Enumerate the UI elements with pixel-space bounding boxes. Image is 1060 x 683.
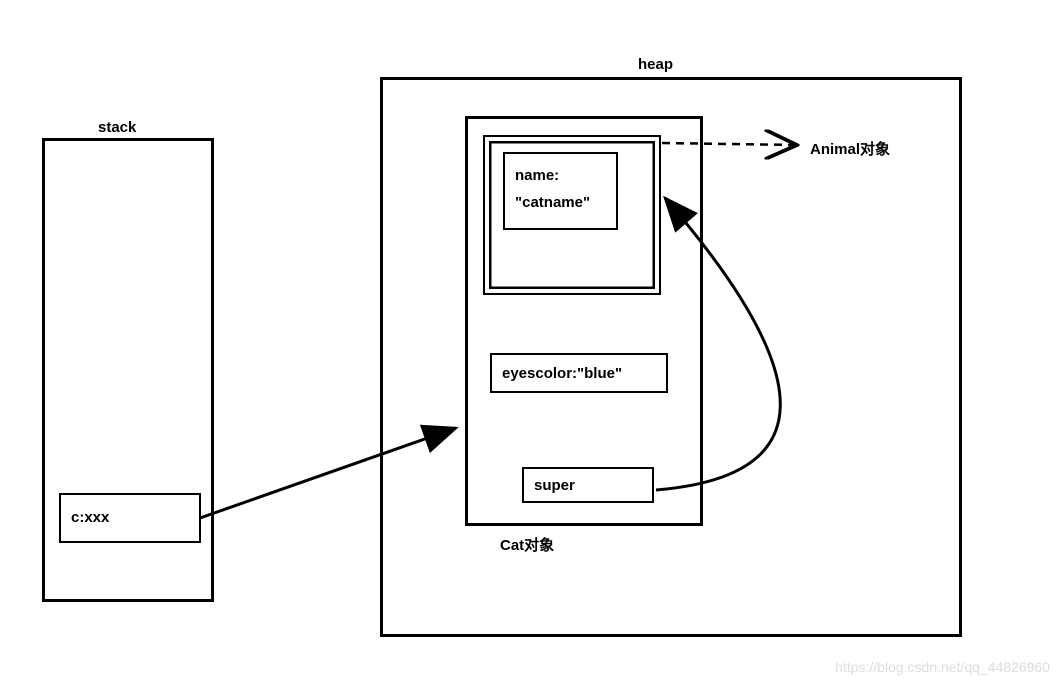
stack-box: c:xxx — [42, 138, 214, 602]
stack-title: stack — [98, 119, 136, 136]
name-field: name: "catname" — [503, 152, 618, 230]
animal-name-outer: name: "catname" — [483, 135, 661, 295]
animal-object-label: Animal对象 — [810, 138, 890, 159]
watermark: https://blog.csdn.net/qq_44826960 — [835, 659, 1050, 675]
heap-title: heap — [638, 56, 673, 73]
super-field: super — [522, 467, 654, 503]
stack-variable: c:xxx — [59, 493, 201, 543]
eyescolor-field: eyescolor:"blue" — [490, 353, 668, 393]
cat-object-label: Cat对象 — [500, 534, 554, 555]
